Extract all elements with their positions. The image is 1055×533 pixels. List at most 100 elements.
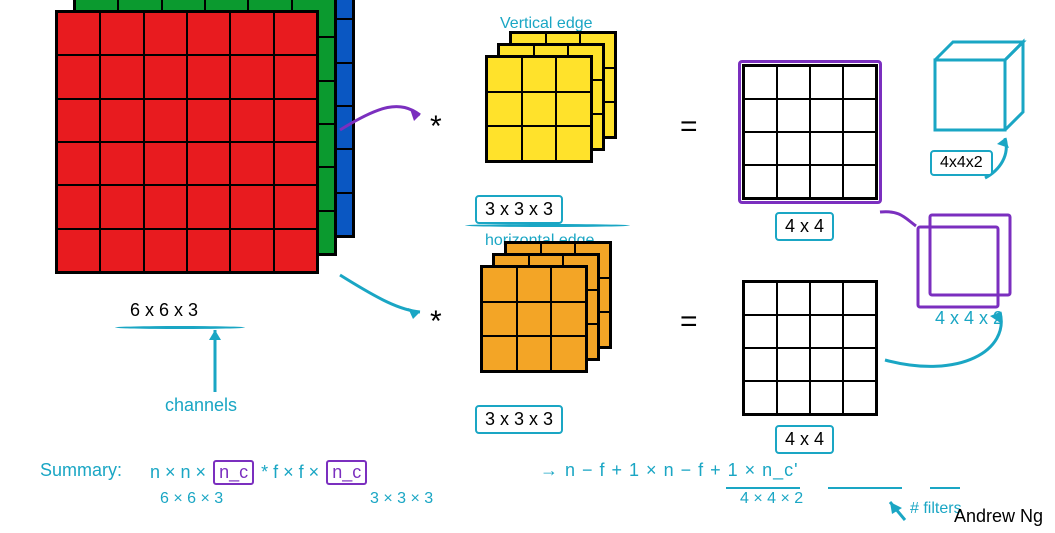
grid-cell [57, 185, 100, 228]
summary-lhs: n × n × n_c * f × f × n_c [150, 460, 369, 485]
grid-cell [144, 55, 187, 98]
grid-cell [843, 132, 876, 165]
grid-cell [810, 132, 843, 165]
grid-cell [187, 99, 230, 142]
grid-cell [230, 142, 273, 185]
volume-layer [55, 10, 319, 274]
grid-cell [744, 165, 777, 198]
grid-cell [556, 92, 591, 127]
summary-example-lhs: 6 × 6 × 3 [160, 490, 223, 508]
grid-cell [551, 302, 586, 337]
filter1-dims-box: 3 x 3 x 3 [475, 195, 563, 224]
convolve-op-2: * [430, 305, 442, 339]
grid-cell [274, 142, 317, 185]
grid-cell [57, 12, 100, 55]
grid-cell [810, 348, 843, 381]
grid-cell [777, 66, 810, 99]
stack-cube-label: 4x4x2 [930, 150, 993, 176]
channels-label: channels [165, 395, 237, 416]
grid-cell [144, 12, 187, 55]
summary-example-mid: 3 × 3 × 3 [370, 490, 433, 508]
grid-cell [144, 99, 187, 142]
grid-cell [744, 381, 777, 414]
grid-cell [187, 142, 230, 185]
grid-cell [57, 55, 100, 98]
grid-cell [744, 132, 777, 165]
input-dims-label: 6 x 6 x 3 [130, 300, 198, 321]
grid-cell [274, 229, 317, 272]
grid-cell [100, 12, 143, 55]
grid-cell [187, 185, 230, 228]
grid-cell [522, 57, 557, 92]
grid-cell [522, 92, 557, 127]
grid-cell [744, 348, 777, 381]
grid-cell [810, 99, 843, 132]
grid-cell [517, 302, 552, 337]
author-credit: Andrew Ng [954, 506, 1043, 527]
equals-op-1: = [680, 110, 698, 144]
grid-cell [517, 336, 552, 371]
grid-cell [843, 165, 876, 198]
grid-cell [487, 92, 522, 127]
input-underline [115, 326, 245, 329]
grid-cell [100, 229, 143, 272]
grid-cell [551, 267, 586, 302]
grid-cell [843, 66, 876, 99]
grid-cell [230, 12, 273, 55]
volume-layer [742, 64, 878, 200]
summary-nxn: n × n × [150, 462, 206, 482]
grid-cell [777, 99, 810, 132]
grid-cell [274, 99, 317, 142]
grid-cell [744, 66, 777, 99]
summary-example-rhs: 4 × 4 × 2 [740, 490, 803, 508]
grid-cell [744, 99, 777, 132]
convolve-op-1: * [430, 110, 442, 144]
grid-cell [843, 282, 876, 315]
grid-cell [100, 55, 143, 98]
volume-layer [742, 280, 878, 416]
grid-cell [487, 57, 522, 92]
grid-cell [230, 55, 273, 98]
stack-side-label: 4 x 4 x 2 [935, 308, 1003, 329]
grid-cell [230, 99, 273, 142]
grid-cell [556, 126, 591, 161]
summary-fxf: * f × f × [261, 462, 319, 482]
equals-op-2: = [680, 305, 698, 339]
grid-cell [810, 66, 843, 99]
grid-cell [100, 185, 143, 228]
diagram-stage: 6 x 6 x 3 channels Vertical edge 3 x 3 x… [0, 0, 1055, 533]
grid-cell [482, 302, 517, 337]
grid-cell [482, 267, 517, 302]
grid-cell [777, 348, 810, 381]
grid-cell [744, 282, 777, 315]
filter1-underline [465, 224, 630, 227]
summary-nc-box-1: n_c [213, 460, 254, 485]
grid-cell [843, 315, 876, 348]
grid-cell [777, 282, 810, 315]
grid-cell [810, 165, 843, 198]
grid-cell [810, 315, 843, 348]
grid-cell [777, 381, 810, 414]
grid-cell [482, 336, 517, 371]
grid-cell [100, 142, 143, 185]
grid-cell [843, 381, 876, 414]
grid-cell [57, 142, 100, 185]
grid-cell [556, 57, 591, 92]
grid-cell [551, 336, 586, 371]
grid-cell [522, 126, 557, 161]
grid-cell [144, 142, 187, 185]
grid-cell [274, 55, 317, 98]
grid-cell [230, 185, 273, 228]
grid-cell [144, 185, 187, 228]
grid-cell [187, 55, 230, 98]
grid-cell [777, 165, 810, 198]
grid-cell [274, 12, 317, 55]
grid-cell [517, 267, 552, 302]
output2-dims-box: 4 x 4 [775, 425, 834, 454]
volume-layer [480, 265, 588, 373]
summary-label: Summary: [40, 460, 122, 481]
grid-cell [144, 229, 187, 272]
grid-cell [57, 99, 100, 142]
grid-cell [744, 315, 777, 348]
grid-cell [230, 229, 273, 272]
